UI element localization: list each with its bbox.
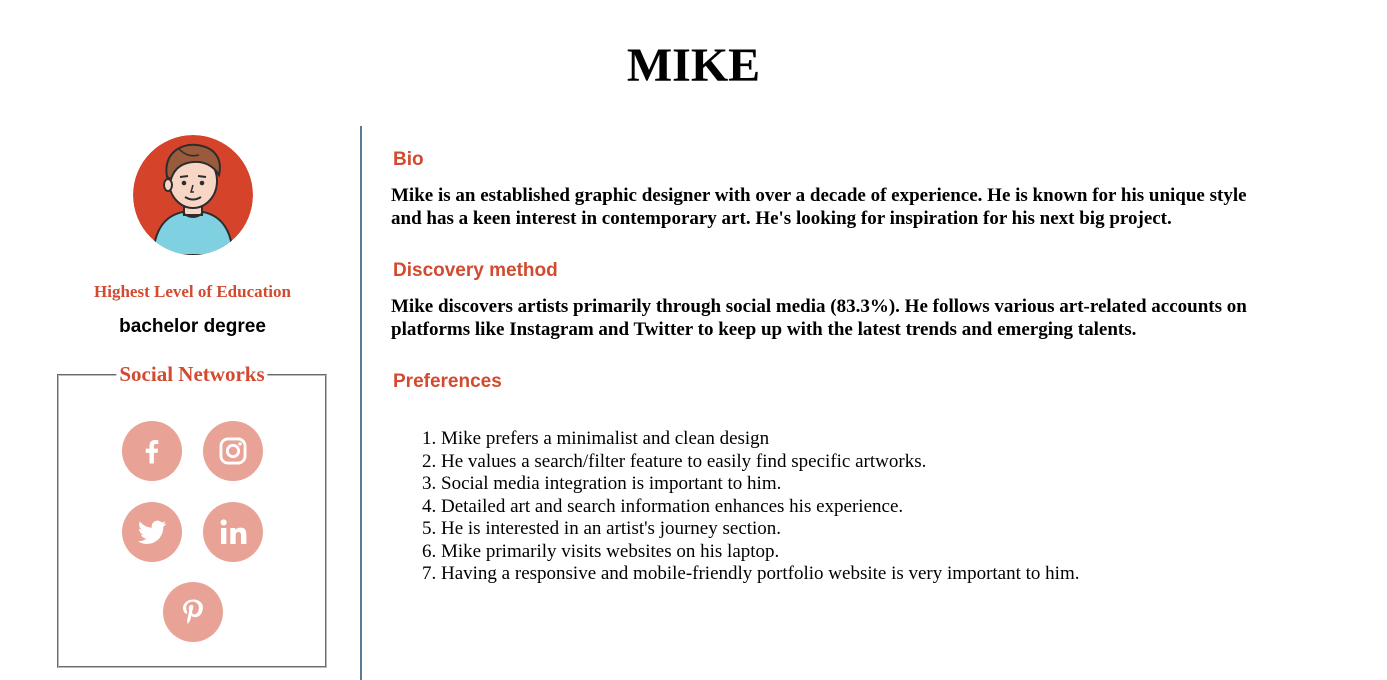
linkedin-icon xyxy=(220,519,247,544)
bio-heading: Bio xyxy=(393,149,424,170)
avatar-illustration xyxy=(133,135,253,255)
preference-item: He is interested in an artist's journey … xyxy=(441,518,1079,541)
persona-details: Bio Mike is an established graphic desig… xyxy=(390,126,1340,680)
pinterest-button[interactable] xyxy=(163,582,223,642)
education-value: bachelor degree xyxy=(119,316,266,337)
pinterest-icon xyxy=(183,599,203,624)
preference-item: Mike prefers a minimalist and clean desi… xyxy=(441,428,1079,451)
preference-item: Social media integration is important to… xyxy=(441,473,1079,496)
facebook-button[interactable] xyxy=(122,421,182,481)
profile-sidebar: Highest Level of Education bachelor degr… xyxy=(40,126,362,680)
twitter-button[interactable] xyxy=(122,502,182,562)
social-networks-box: Social Networks xyxy=(57,362,327,668)
facebook-icon xyxy=(145,440,159,464)
instagram-button[interactable] xyxy=(203,421,263,481)
avatar xyxy=(133,135,253,255)
social-networks-legend: Social Networks xyxy=(116,362,268,387)
preference-item: Mike primarily visits websites on his la… xyxy=(441,541,1079,564)
discovery-text: Mike discovers artists primarily through… xyxy=(391,296,1247,340)
education-label: Highest Level of Education xyxy=(94,282,291,301)
instagram-icon xyxy=(219,437,247,465)
twitter-icon xyxy=(137,520,167,544)
preference-item: Having a responsive and mobile-friendly … xyxy=(441,563,1079,586)
preference-item: Detailed art and search information enha… xyxy=(441,496,1079,519)
discovery-heading: Discovery method xyxy=(393,260,558,281)
preferences-list: Mike prefers a minimalist and clean desi… xyxy=(390,428,1079,586)
preference-item: He values a search/filter feature to eas… xyxy=(441,451,1079,474)
linkedin-button[interactable] xyxy=(203,502,263,562)
bio-text: Mike is an established graphic designer … xyxy=(391,185,1247,229)
page-title: MIKE xyxy=(626,39,761,92)
preferences-heading: Preferences xyxy=(393,371,502,392)
